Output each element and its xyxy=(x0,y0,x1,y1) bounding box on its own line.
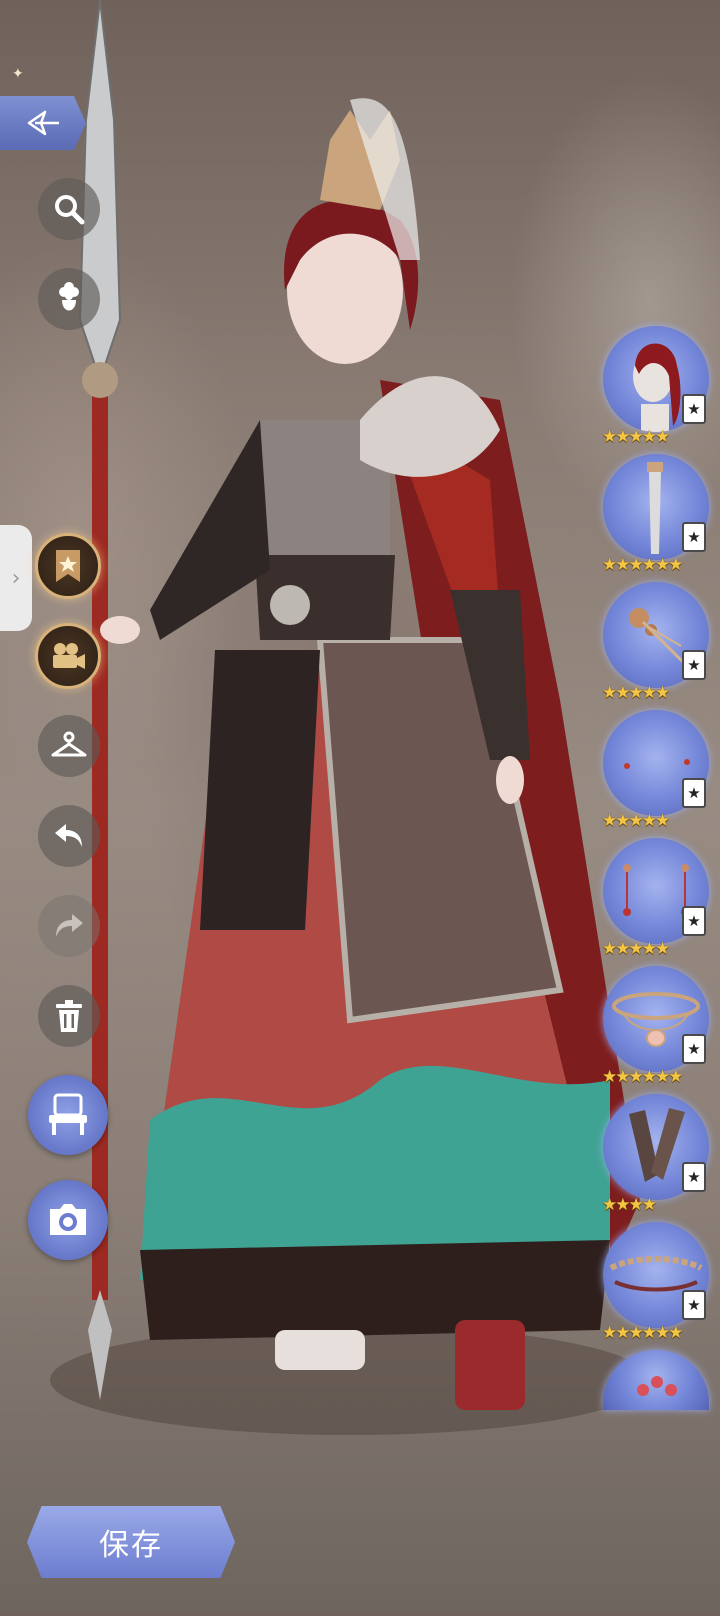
worn-item-hair[interactable]: ★ ★★★★★ xyxy=(600,326,715,454)
star-rating: ★★★★★★ xyxy=(602,555,683,575)
star-rating: ★★★★★ xyxy=(602,939,670,959)
camera-icon xyxy=(50,1204,86,1235)
worn-item-earring-small[interactable]: ★ ★★★★★ xyxy=(600,710,715,838)
star-bookmark-icon xyxy=(56,550,80,582)
delete-button[interactable] xyxy=(38,985,100,1047)
face-flower-icon xyxy=(59,282,79,311)
redo-icon xyxy=(56,914,83,937)
star-rating: ★★★★★★ xyxy=(602,1323,683,1343)
photo-button[interactable] xyxy=(28,1180,108,1260)
worn-item-hair-ornament[interactable] xyxy=(600,1350,715,1478)
camera-mode-button[interactable] xyxy=(35,623,101,689)
makeup-button[interactable] xyxy=(38,268,100,330)
collection-button[interactable] xyxy=(35,533,101,599)
back-button[interactable] xyxy=(0,96,86,150)
star-badge-icon: ★ xyxy=(682,522,706,552)
video-camera-icon xyxy=(53,643,85,669)
trash-icon xyxy=(56,1000,82,1032)
star-rating: ★★★★★ xyxy=(602,427,670,447)
worn-item-hairpin[interactable]: ★ ★★★★★ xyxy=(600,582,715,710)
wardrobe-button[interactable] xyxy=(38,715,100,777)
side-drawer-tab[interactable]: › xyxy=(0,525,32,631)
worn-item-necklace[interactable]: ★ ★★★★★★ xyxy=(600,966,715,1094)
worn-item-earrings[interactable]: ★ ★★★★★ xyxy=(600,838,715,966)
undo-icon xyxy=(55,824,82,847)
undo-button[interactable] xyxy=(38,805,100,867)
star-badge-icon: ★ xyxy=(682,1162,706,1192)
star-badge-icon: ★ xyxy=(682,394,706,424)
item-thumbnail xyxy=(603,1350,709,1410)
star-rating: ★★★★★ xyxy=(602,811,670,831)
hanger-icon xyxy=(51,731,87,757)
hair-ornament-icon xyxy=(637,1376,677,1396)
chevron-right-icon: › xyxy=(11,565,21,591)
star-badge-icon: ★ xyxy=(682,1034,706,1064)
worn-item-gauntlets[interactable]: ★ ★★★★ xyxy=(600,1094,715,1222)
redo-button[interactable] xyxy=(38,895,100,957)
worn-item-bracelet[interactable]: ★ ★★★★★★ xyxy=(600,1222,715,1350)
star-badge-icon: ★ xyxy=(682,650,706,680)
save-button[interactable]: 保存 xyxy=(27,1506,235,1578)
back-arrow-icon xyxy=(27,110,59,136)
sparkle-icon: ✦ xyxy=(12,66,24,82)
star-badge-icon: ★ xyxy=(682,778,706,808)
star-badge-icon: ★ xyxy=(682,1290,706,1320)
search-button[interactable] xyxy=(38,178,100,240)
star-rating: ★★★★ xyxy=(602,1195,657,1215)
vanity-icon xyxy=(49,1093,87,1135)
star-rating: ★★★★★ xyxy=(602,683,670,703)
star-rating: ★★★★★★ xyxy=(602,1067,683,1087)
vanity-button[interactable] xyxy=(28,1075,108,1155)
search-icon xyxy=(55,195,85,225)
star-badge-icon: ★ xyxy=(682,906,706,936)
worn-item-headpiece[interactable]: ★ ★★★★★★ xyxy=(600,454,715,582)
